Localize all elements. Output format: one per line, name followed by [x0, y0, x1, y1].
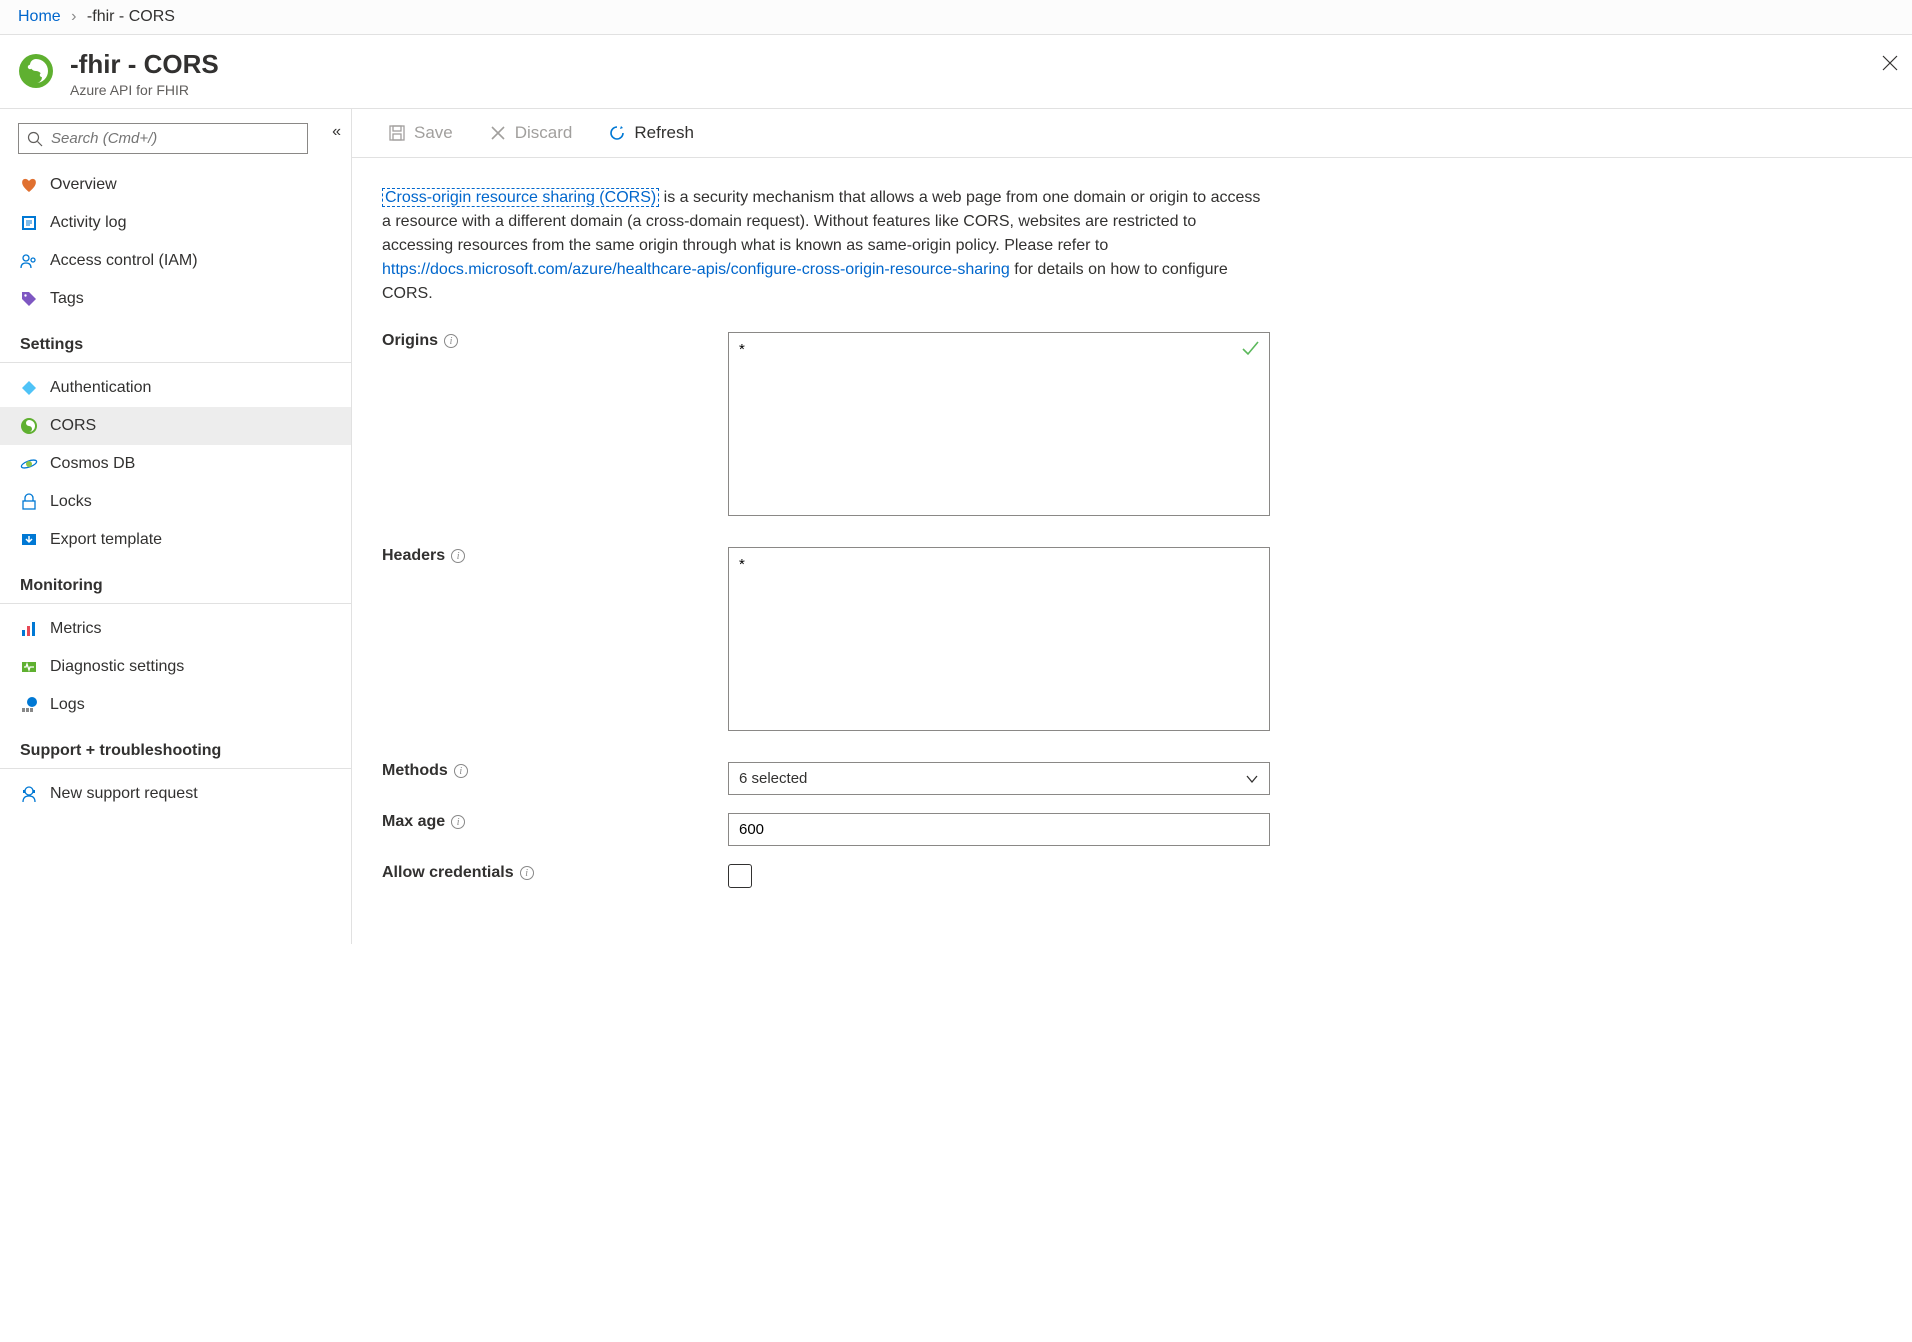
- cors-wiki-link[interactable]: Cross-origin resource sharing (CORS): [382, 188, 659, 207]
- sidebar-section-settings: Settings: [0, 318, 351, 363]
- sidebar-item-label: New support request: [50, 785, 198, 803]
- info-icon[interactable]: i: [451, 549, 465, 563]
- sidebar-item-access-control[interactable]: Access control (IAM): [0, 242, 351, 280]
- sidebar-item-label: CORS: [50, 417, 96, 435]
- sidebar-item-label: Metrics: [50, 620, 102, 638]
- cors-description: Cross-origin resource sharing (CORS) is …: [382, 186, 1270, 306]
- page-title: -fhir - CORS: [70, 49, 219, 80]
- breadcrumb-current: -fhir - CORS: [87, 8, 175, 25]
- save-icon: [388, 124, 406, 142]
- sidebar-item-cosmos-db[interactable]: Cosmos DB: [0, 445, 351, 483]
- chevron-down-icon: [1245, 772, 1259, 786]
- export-icon: [20, 531, 38, 549]
- diagnostic-icon: [20, 658, 38, 676]
- refresh-button[interactable]: Refresh: [602, 119, 700, 147]
- support-icon: [20, 785, 38, 803]
- info-icon[interactable]: i: [444, 334, 458, 348]
- sidebar-search[interactable]: [18, 123, 308, 154]
- sidebar-item-label: Overview: [50, 176, 117, 194]
- maxage-label: Max age i: [382, 813, 728, 831]
- sidebar-item-cors[interactable]: CORS: [0, 407, 351, 445]
- sidebar-item-label: Locks: [50, 493, 92, 511]
- save-button[interactable]: Save: [382, 119, 459, 147]
- sidebar-item-label: Cosmos DB: [50, 455, 135, 473]
- toolbar: Save Discard Refresh: [352, 109, 1912, 158]
- resource-logo-icon: [18, 53, 54, 89]
- cosmos-icon: [20, 455, 38, 473]
- methods-select[interactable]: 6 selected: [728, 762, 1270, 795]
- page-subtitle: Azure API for FHIR: [70, 82, 219, 98]
- refresh-icon: [608, 124, 626, 142]
- discard-icon: [489, 124, 507, 142]
- search-icon: [27, 131, 43, 147]
- sidebar-item-label: Authentication: [50, 379, 151, 397]
- sidebar-item-tags[interactable]: Tags: [0, 280, 351, 318]
- sidebar-item-label: Activity log: [50, 214, 126, 232]
- breadcrumb-separator: ›: [71, 8, 76, 25]
- close-button[interactable]: [1880, 53, 1900, 79]
- allow-credentials-label: Allow credentials i: [382, 864, 728, 882]
- search-input[interactable]: [51, 130, 299, 147]
- origins-label: Origins i: [382, 332, 728, 350]
- sidebar-item-label: Logs: [50, 696, 85, 714]
- chart-icon: [20, 620, 38, 638]
- tag-icon: [20, 290, 38, 308]
- headers-input[interactable]: *: [728, 547, 1270, 731]
- sidebar-item-authentication[interactable]: Authentication: [0, 369, 351, 407]
- breadcrumb-home-link[interactable]: Home: [18, 8, 61, 25]
- breadcrumb: Home › -fhir - CORS: [0, 0, 1912, 35]
- info-icon[interactable]: i: [454, 764, 468, 778]
- info-icon[interactable]: i: [451, 815, 465, 829]
- logs-icon: [20, 696, 38, 714]
- collapse-sidebar-button[interactable]: «: [332, 123, 341, 141]
- sidebar: « Overview Activity log Access control (…: [0, 109, 352, 944]
- log-icon: [20, 214, 38, 232]
- methods-label: Methods i: [382, 762, 728, 780]
- main-content: Save Discard Refresh Cross-origin resour…: [352, 109, 1912, 944]
- heart-icon: [20, 176, 38, 194]
- sidebar-item-logs[interactable]: Logs: [0, 686, 351, 724]
- page-header: -fhir - CORS Azure API for FHIR: [0, 35, 1912, 109]
- sidebar-item-label: Export template: [50, 531, 162, 549]
- diamond-icon: [20, 379, 38, 397]
- headers-label: Headers i: [382, 547, 728, 565]
- sidebar-item-locks[interactable]: Locks: [0, 483, 351, 521]
- sidebar-item-activity-log[interactable]: Activity log: [0, 204, 351, 242]
- sidebar-item-label: Diagnostic settings: [50, 658, 184, 676]
- info-icon[interactable]: i: [520, 866, 534, 880]
- sidebar-item-overview[interactable]: Overview: [0, 166, 351, 204]
- cors-icon: [20, 417, 38, 435]
- cors-docs-link[interactable]: https://docs.microsoft.com/azure/healthc…: [382, 261, 1010, 278]
- sidebar-item-label: Access control (IAM): [50, 252, 198, 270]
- maxage-input[interactable]: [728, 813, 1270, 846]
- allow-credentials-checkbox[interactable]: [728, 864, 752, 888]
- sidebar-item-export-template[interactable]: Export template: [0, 521, 351, 559]
- lock-icon: [20, 493, 38, 511]
- sidebar-item-label: Tags: [50, 290, 84, 308]
- origins-input[interactable]: *: [728, 332, 1270, 516]
- sidebar-item-diagnostic-settings[interactable]: Diagnostic settings: [0, 648, 351, 686]
- sidebar-section-monitoring: Monitoring: [0, 559, 351, 604]
- discard-button[interactable]: Discard: [483, 119, 579, 147]
- sidebar-section-support: Support + troubleshooting: [0, 724, 351, 769]
- sidebar-item-metrics[interactable]: Metrics: [0, 610, 351, 648]
- sidebar-item-new-support-request[interactable]: New support request: [0, 775, 351, 813]
- close-icon: [1880, 53, 1900, 73]
- people-icon: [20, 252, 38, 270]
- checkmark-icon: [1240, 338, 1260, 361]
